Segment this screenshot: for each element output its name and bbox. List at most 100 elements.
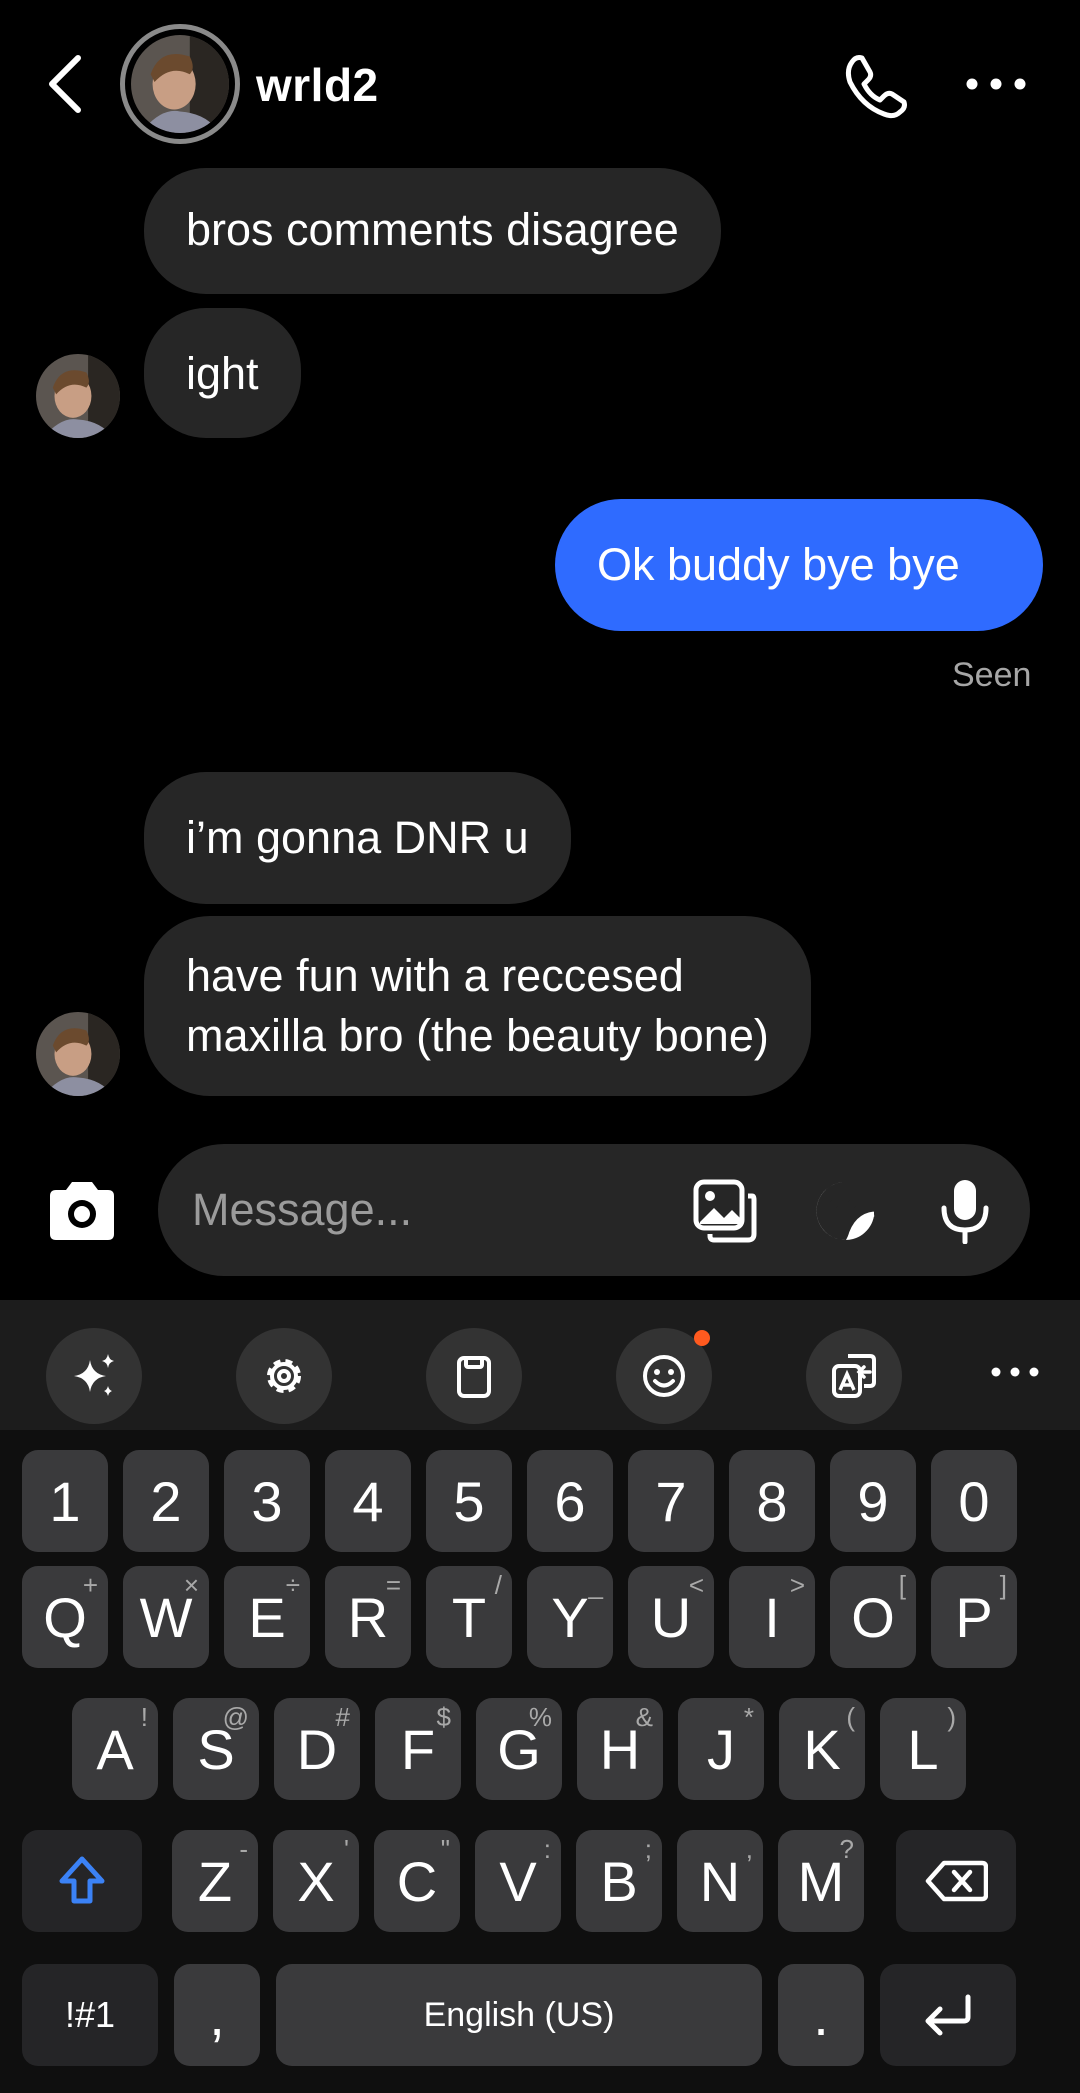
- gallery-button[interactable]: [692, 1178, 758, 1244]
- key-f[interactable]: F $: [375, 1698, 461, 1800]
- phone-icon: [845, 55, 907, 119]
- comma-key[interactable]: ,: [174, 1964, 260, 2066]
- message-bubble[interactable]: i’m gonna DNR u: [144, 772, 571, 904]
- key-label: 3: [251, 1469, 283, 1533]
- key-0[interactable]: 0: [931, 1450, 1017, 1552]
- key-label: I: [764, 1585, 780, 1649]
- key-hint: ]: [999, 1570, 1007, 1600]
- key-1[interactable]: 1: [22, 1450, 108, 1552]
- key-label: U: [650, 1585, 692, 1649]
- notification-dot: [694, 1330, 710, 1346]
- key-label: Z: [197, 1849, 233, 1913]
- key-label: L: [907, 1717, 939, 1781]
- period-key[interactable]: .: [778, 1964, 864, 2066]
- key-hint: =: [385, 1570, 401, 1600]
- key-j[interactable]: J *: [678, 1698, 764, 1800]
- more-options-button[interactable]: [964, 68, 1028, 100]
- gear-icon: [267, 1359, 301, 1393]
- chat-header: wrld2: [0, 0, 1080, 168]
- message-bubble-outgoing[interactable]: Ok buddy bye bye: [555, 499, 1043, 631]
- message-bubble[interactable]: bros comments disagree: [144, 168, 721, 294]
- key-p[interactable]: P]: [931, 1566, 1017, 1668]
- key-l[interactable]: L): [880, 1698, 966, 1800]
- key-b[interactable]: B;: [576, 1830, 662, 1932]
- key-c[interactable]: C ": [374, 1830, 460, 1932]
- sender-avatar[interactable]: [36, 354, 120, 438]
- key-hint: !: [140, 1702, 148, 1732]
- more-horizontal-icon: [991, 1367, 1039, 1377]
- message-bubble[interactable]: ight: [144, 308, 301, 438]
- key-label: 4: [352, 1469, 384, 1533]
- sender-avatar[interactable]: [36, 1012, 120, 1096]
- backspace-key[interactable]: [896, 1830, 1016, 1932]
- key-label: 5: [453, 1469, 485, 1533]
- message-bubble[interactable]: have fun with a reccesed maxilla bro (th…: [144, 916, 811, 1096]
- key-9[interactable]: 9: [830, 1450, 916, 1552]
- key-label: B: [600, 1849, 638, 1913]
- key-label: 6: [554, 1469, 586, 1533]
- key-5[interactable]: 5: [426, 1450, 512, 1552]
- key-hint: +: [82, 1570, 98, 1600]
- key-3[interactable]: 3: [224, 1450, 310, 1552]
- back-button[interactable]: [40, 52, 96, 116]
- key-x[interactable]: X ': [273, 1830, 359, 1932]
- key-label: N: [699, 1849, 741, 1913]
- sticker-button[interactable]: [812, 1178, 878, 1244]
- ai-tools-button[interactable]: [46, 1328, 142, 1424]
- key-m[interactable]: M?: [778, 1830, 864, 1932]
- key-y[interactable]: Y _: [527, 1566, 613, 1668]
- key-hint: (: [846, 1702, 855, 1732]
- enter-key[interactable]: [880, 1964, 1016, 2066]
- key-k[interactable]: K(: [779, 1698, 865, 1800]
- key-6[interactable]: 6: [527, 1450, 613, 1552]
- emoji-button[interactable]: [616, 1328, 712, 1424]
- toolbar-more-button[interactable]: [990, 1364, 1040, 1380]
- key-t[interactable]: T /: [426, 1566, 512, 1668]
- translate-icon: [832, 1354, 876, 1398]
- message-input[interactable]: [192, 1176, 672, 1244]
- key-z[interactable]: Z-: [172, 1830, 258, 1932]
- keyboard-settings-button[interactable]: [236, 1328, 332, 1424]
- shift-key[interactable]: [22, 1830, 142, 1932]
- contact-avatar[interactable]: [120, 24, 240, 144]
- key-label: 2: [150, 1469, 182, 1533]
- keyboard-toolbar: [0, 1300, 1080, 1430]
- key-hint: <: [688, 1570, 704, 1600]
- key-r[interactable]: R =: [325, 1566, 411, 1668]
- symbols-key[interactable]: !#1: [22, 1964, 158, 2066]
- shift-arrow-icon: [59, 1856, 105, 1904]
- clipboard-button[interactable]: [426, 1328, 522, 1424]
- key-hint: ?: [839, 1834, 854, 1864]
- voice-button[interactable]: [932, 1178, 998, 1245]
- camera-button[interactable]: [44, 1174, 120, 1250]
- key-2[interactable]: 2: [123, 1450, 209, 1552]
- key-a[interactable]: A!: [72, 1698, 158, 1800]
- key-o[interactable]: O[: [830, 1566, 916, 1668]
- key-g[interactable]: G%: [476, 1698, 562, 1800]
- contact-name[interactable]: wrld2: [256, 58, 379, 112]
- key-label: X: [297, 1849, 335, 1913]
- call-button[interactable]: [842, 52, 910, 120]
- key-label: J: [707, 1717, 735, 1781]
- key-v[interactable]: V:: [475, 1830, 561, 1932]
- translate-button[interactable]: [806, 1328, 902, 1424]
- key-s[interactable]: S @: [173, 1698, 259, 1800]
- message-text-line: have fun with a reccesed: [186, 950, 684, 1001]
- key-7[interactable]: 7: [628, 1450, 714, 1552]
- space-key[interactable]: English (US): [276, 1964, 762, 2066]
- emoji-icon: [643, 1355, 685, 1397]
- key-w[interactable]: W ×: [123, 1566, 209, 1668]
- key-8[interactable]: 8: [729, 1450, 815, 1552]
- key-n[interactable]: N,: [677, 1830, 763, 1932]
- key-hint: ': [344, 1834, 349, 1864]
- key-label: K: [803, 1717, 841, 1781]
- key-d[interactable]: D #: [274, 1698, 360, 1800]
- clipboard-icon: [457, 1356, 491, 1398]
- key-h[interactable]: H &: [577, 1698, 663, 1800]
- key-label: O: [851, 1585, 895, 1649]
- key-4[interactable]: 4: [325, 1450, 411, 1552]
- key-e[interactable]: E ÷: [224, 1566, 310, 1668]
- key-u[interactable]: U <: [628, 1566, 714, 1668]
- key-q[interactable]: Q +: [22, 1566, 108, 1668]
- key-i[interactable]: I >: [729, 1566, 815, 1668]
